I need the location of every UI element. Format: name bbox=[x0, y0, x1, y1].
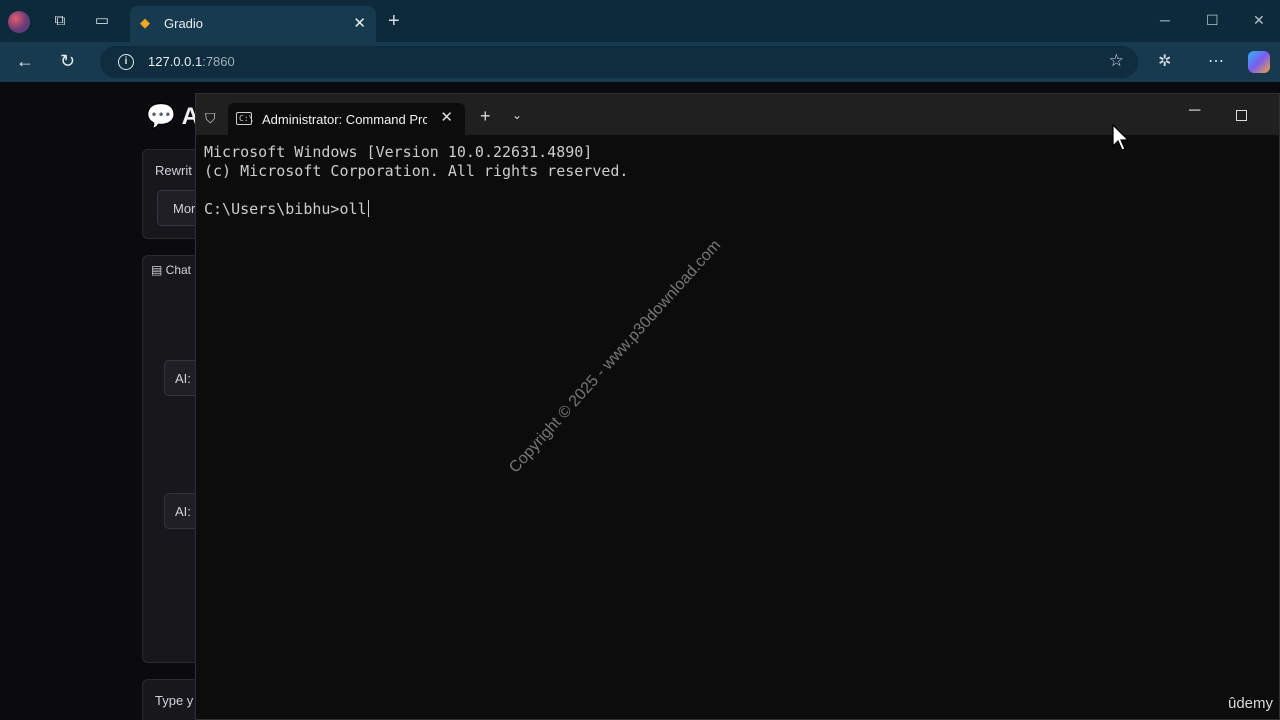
browser-tab-bar: ⧉ ▭ ◆ Gradio ✕ + ─ ☐ ✕ bbox=[0, 0, 1280, 42]
chat-input[interactable]: Type y bbox=[142, 679, 202, 720]
terminal-tab[interactable]: C:\ Administrator: Command Prc ✕ bbox=[228, 103, 465, 135]
chat-message-sender: AI: bbox=[175, 371, 191, 386]
terminal-prompt: C:\Users\bibhu> bbox=[204, 200, 340, 218]
terminal-typed-command: oll bbox=[339, 200, 367, 218]
workspaces-icon[interactable]: ⧉ bbox=[50, 11, 70, 31]
terminal-line: (c) Microsoft Corporation. All rights re… bbox=[204, 162, 629, 180]
cmd-icon: C:\ bbox=[236, 112, 253, 125]
chat-input-placeholder: Type y bbox=[155, 693, 194, 708]
more-menu-button[interactable]: ⋯ bbox=[1208, 51, 1224, 71]
terminal-minimize-button[interactable]: ─ bbox=[1189, 102, 1200, 120]
close-tab-icon[interactable]: ✕ bbox=[353, 14, 366, 32]
back-button[interactable]: ← bbox=[16, 51, 34, 72]
close-terminal-tab-icon[interactable]: ✕ bbox=[440, 108, 453, 126]
profile-avatar-icon[interactable] bbox=[8, 11, 30, 33]
shield-icon: ⛉ bbox=[205, 110, 216, 126]
chat-message-sender: AI: bbox=[175, 504, 191, 519]
window-minimize-button[interactable]: ─ bbox=[1160, 12, 1170, 28]
browser-tab-gradio[interactable]: ◆ Gradio ✕ bbox=[130, 6, 376, 42]
terminal-output[interactable]: Microsoft Windows [Version 10.0.22631.48… bbox=[204, 143, 628, 219]
rewrite-label: Rewrit bbox=[155, 163, 192, 178]
chatbot-panel: ▤ Chat AI: AI: bbox=[142, 255, 204, 663]
terminal-prompt-line[interactable]: C:\Users\bibhu>oll bbox=[204, 200, 628, 219]
tab-actions-icon[interactable]: ▭ bbox=[92, 11, 112, 31]
extensions-icon[interactable]: ✲ bbox=[1158, 51, 1171, 71]
text-cursor bbox=[367, 200, 369, 217]
gradio-favicon-icon: ◆ bbox=[140, 15, 150, 30]
favorite-star-icon[interactable]: ☆ bbox=[1109, 51, 1124, 71]
page-title: 💬 A bbox=[146, 103, 200, 130]
udemy-logo: ûdemy bbox=[1228, 695, 1274, 712]
terminal-line: Microsoft Windows [Version 10.0.22631.48… bbox=[204, 143, 593, 161]
terminal-tab-title: Administrator: Command Prc bbox=[262, 112, 427, 127]
copilot-icon[interactable] bbox=[1248, 51, 1270, 73]
url-text: 127.0.0.1:7860 bbox=[148, 54, 235, 69]
mouse-pointer-icon bbox=[1112, 124, 1130, 151]
mode-dropdown-value: Mor bbox=[173, 201, 196, 216]
browser-tab-title: Gradio bbox=[164, 16, 204, 31]
refresh-button[interactable]: ↻ bbox=[60, 51, 75, 72]
terminal-dropdown-chevron-icon[interactable]: ⌄ bbox=[512, 108, 522, 122]
new-tab-button[interactable]: + bbox=[388, 10, 400, 33]
terminal-maximize-button[interactable] bbox=[1236, 110, 1247, 121]
site-info-icon[interactable]: i bbox=[118, 54, 134, 70]
window-close-button[interactable]: ✕ bbox=[1253, 12, 1265, 29]
browser-toolbar: ← ↻ i 127.0.0.1:7860 ☆ ✲ ⋯ bbox=[0, 42, 1280, 82]
window-maximize-button[interactable]: ☐ bbox=[1206, 12, 1219, 29]
address-bar[interactable]: i 127.0.0.1:7860 ☆ bbox=[100, 46, 1138, 78]
new-terminal-tab-button[interactable]: + bbox=[480, 106, 491, 127]
terminal-window[interactable]: ⛉ C:\ Administrator: Command Prc ✕ + ⌄ ─… bbox=[195, 93, 1280, 720]
chatbot-label: ▤ Chat bbox=[151, 263, 192, 277]
rewrite-panel: Rewrit Mor bbox=[142, 149, 207, 239]
